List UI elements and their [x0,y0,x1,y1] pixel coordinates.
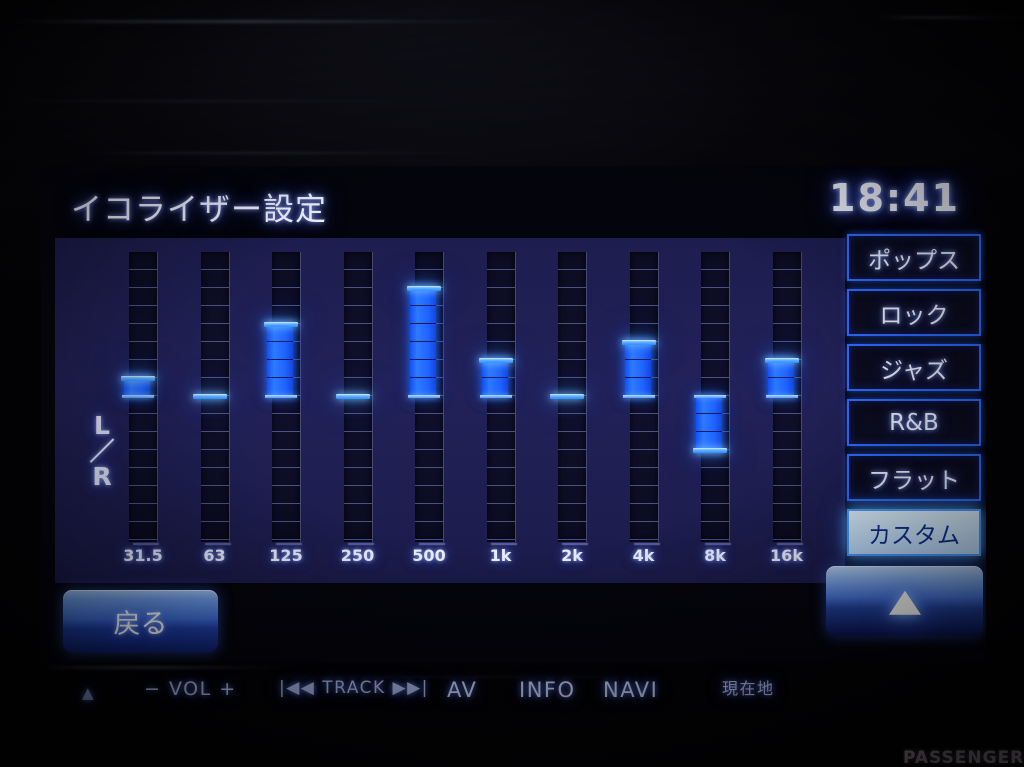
slider-fill-ticks [696,396,722,450]
current-location-button[interactable]: 現在地 [722,675,775,699]
bezel-reflection [880,16,1024,19]
preset-button-0[interactable]: ポップス [847,234,981,281]
slider-handle[interactable] [478,358,513,363]
clock: 18:41 [829,176,960,220]
passenger-label: PASSENGER [903,748,1024,767]
bezel-reflection [80,152,500,154]
slider-zero-line [265,395,297,398]
slider-zero-line [408,395,440,398]
band-label-16k: 16k [770,546,803,565]
head-unit: イコライザー設定 18:41 L ／ R 31.5 63 125 250 500 1k 2k… [0,0,1024,767]
slider-base-line [419,543,445,545]
slider-handle[interactable] [121,376,155,381]
slider-fill [767,360,794,396]
track-control[interactable]: |◀◀ TRACK ▶▶| [279,678,429,698]
eq-slider-250[interactable]: 250 [335,246,378,583]
slider-handle[interactable] [693,448,727,453]
eq-slider-8k[interactable]: 8k [693,246,735,583]
preset-button-3[interactable]: R&B [847,399,981,446]
preset-button-5[interactable]: カスタム [847,509,981,556]
scroll-up-button[interactable] [826,566,983,636]
lcd-screen: イコライザー設定 18:41 L ／ R 31.5 63 125 250 500 1k 2k… [41,166,986,662]
eq-slider-bank[interactable]: 31.5 63 125 250 500 1k 2k 4k 8k 16k [121,246,835,583]
channel-label: L ／ R [79,413,125,490]
channel-label-slash: ／ [89,436,115,466]
screen-header: イコライザー設定 18:41 [41,166,986,238]
slider-fill-ticks [410,288,436,396]
band-label-63: 63 [203,546,226,565]
eq-slider-16k[interactable]: 16k [764,246,807,583]
slider-handle[interactable] [407,286,441,291]
channel-label-right: R [92,462,112,491]
slider-fill-ticks [267,324,293,396]
preset-button-4[interactable]: フラット [847,454,981,501]
slider-base-line [776,543,803,545]
page-title: イコライザー設定 [71,192,327,228]
slider-handle[interactable] [621,340,656,345]
slider-fill [410,288,436,396]
band-label-4k: 4k [632,546,655,565]
slider-zero-line [694,395,726,398]
eq-slider-4k[interactable]: 4k [621,246,664,583]
bezel-reflection [40,666,290,669]
slider-fill [624,342,651,396]
equalizer-panel: L ／ R 31.5 63 125 250 500 1k 2k 4k 8k 16k [55,238,845,583]
slider-handle[interactable] [192,394,227,399]
band-label-1k: 1k [489,546,512,565]
slider-base-line [562,543,588,545]
slider-handle[interactable] [764,358,799,363]
slider-base-line [276,543,302,545]
eq-slider-500[interactable]: 500 [407,246,449,583]
slider-zero-line [122,395,154,398]
band-label-250: 250 [340,546,375,565]
slider-zero-line [622,395,655,398]
eject-button[interactable]: ▲ [82,684,95,702]
bezel-reflection [0,100,480,102]
slider-base-line [490,543,517,545]
slider-base-line [633,543,660,545]
eq-slider-2k[interactable]: 2k [550,246,592,583]
slider-base-line [133,543,159,545]
slider-fill [481,360,508,396]
slider-zero-line [765,395,798,398]
slider-fill-ticks [767,360,794,396]
eq-slider-1k[interactable]: 1k [478,246,521,583]
slider-fill [696,396,722,450]
band-label-500: 500 [412,546,446,565]
navi-button[interactable]: NAVI [603,678,658,702]
slider-handle[interactable] [550,394,584,399]
slider-fill-ticks [481,360,508,396]
slider-base-line [705,543,731,545]
av-button[interactable]: AV [447,678,477,702]
channel-label-left: L [94,411,110,440]
slider-zero-line [479,395,512,398]
slider-base-line [347,543,374,545]
slider-fill-ticks [624,342,651,396]
eq-slider-63[interactable]: 63 [192,246,235,583]
slider-base-line [204,543,231,545]
eq-slider-125[interactable]: 125 [264,246,306,583]
volume-control[interactable]: − VOL + [144,678,237,700]
band-label-31.5: 31.5 [123,546,163,565]
back-button[interactable]: 戻る [63,590,218,652]
preset-button-2[interactable]: ジャズ [847,344,981,391]
triangle-up-icon [888,590,921,615]
slider-handle[interactable] [264,322,298,327]
preset-button-1[interactable]: ロック [847,289,981,336]
preset-list[interactable]: ポップスロックジャズ R&B フラットカスタム [847,234,983,556]
slider-fill [267,324,293,396]
info-button[interactable]: INFO [519,678,576,702]
band-label-125: 125 [269,546,303,565]
hardware-button-row: ▲ − VOL + |◀◀ TRACK ▶▶| AV INFO NAVI 現在地 [0,678,1024,728]
eq-slider-31.5[interactable]: 31.5 [121,246,163,583]
slider-handle[interactable] [335,394,370,399]
bezel-reflection [10,20,530,23]
band-label-2k: 2k [561,546,583,565]
band-label-8k: 8k [704,546,726,565]
